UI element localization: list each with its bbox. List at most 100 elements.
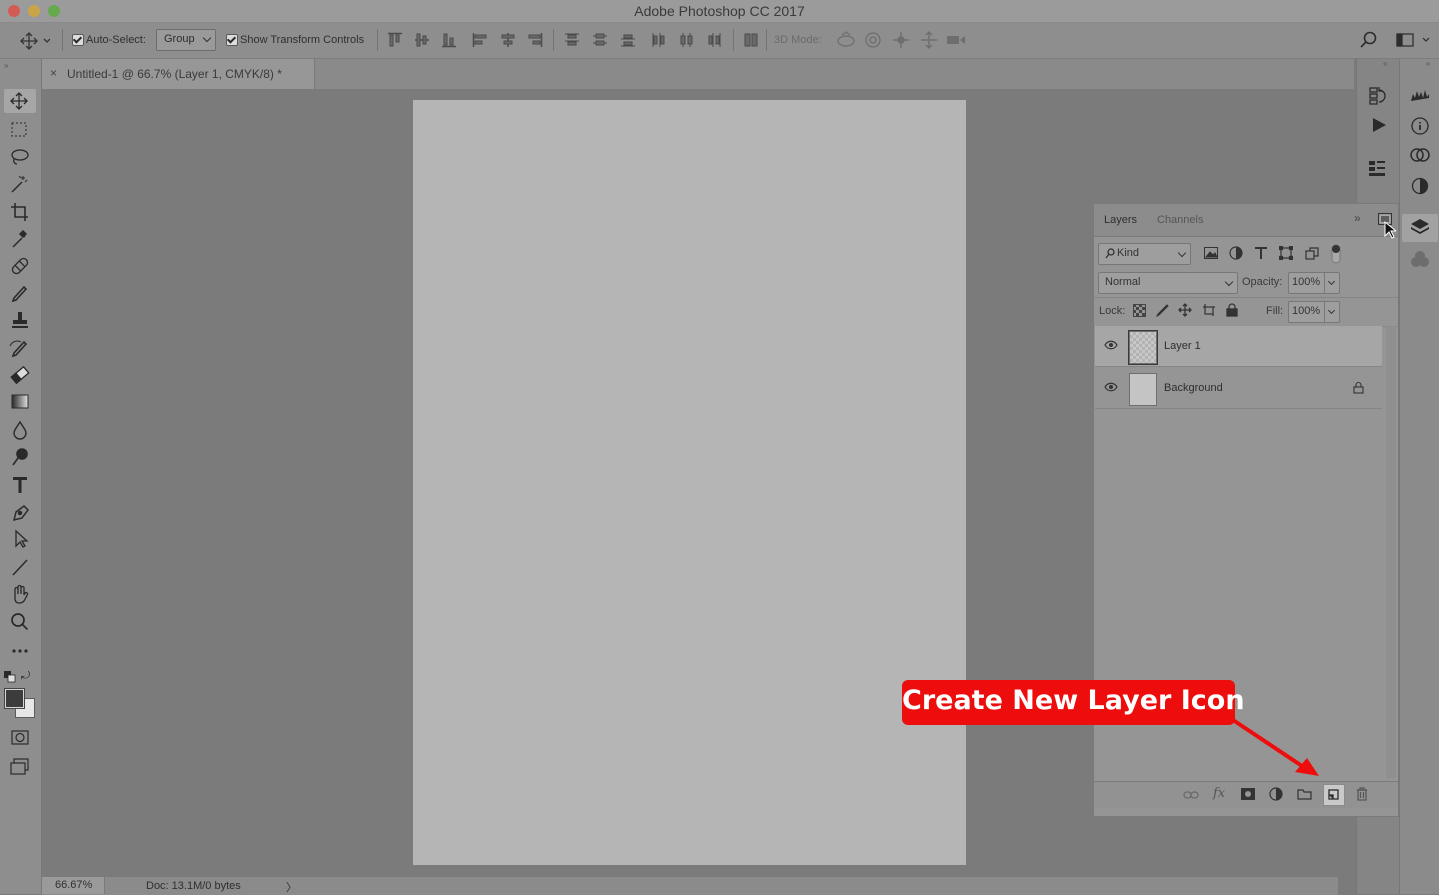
history-panel-icon[interactable] <box>1369 86 1387 106</box>
blur-tool[interactable] <box>4 418 36 442</box>
dodge-tool[interactable] <box>4 445 36 469</box>
document-canvas[interactable] <box>413 100 966 865</box>
align-left-edges-icon[interactable] <box>472 32 488 48</box>
search-icon[interactable] <box>1360 31 1378 49</box>
filter-toggle-switch[interactable] <box>1330 243 1342 265</box>
distribute-bottom-icon[interactable] <box>620 32 636 48</box>
align-right-edges-icon[interactable] <box>527 32 543 48</box>
eyedropper-tool[interactable] <box>4 227 36 251</box>
crop-tool[interactable] <box>4 200 36 224</box>
line-tool[interactable] <box>4 555 36 579</box>
magic-wand-tool[interactable] <box>4 172 36 196</box>
histogram-panel-icon[interactable] <box>1410 88 1430 102</box>
collapse-tools-icon[interactable]: » <box>4 61 8 70</box>
fill-field[interactable]: 100% <box>1288 301 1340 323</box>
lock-position-icon[interactable] <box>1178 303 1192 317</box>
clone-stamp-tool[interactable] <box>4 308 36 332</box>
auto-select-dropdown[interactable]: Group <box>156 29 216 51</box>
distribute-right-icon[interactable] <box>706 32 722 48</box>
opacity-field[interactable]: 100% <box>1288 272 1340 294</box>
auto-align-layers-icon[interactable] <box>743 32 759 48</box>
filter-adjustment-icon[interactable] <box>1229 246 1243 260</box>
align-horizontal-centers-icon[interactable] <box>500 32 516 48</box>
hand-tool[interactable] <box>4 582 36 606</box>
quick-mask-icon[interactable] <box>4 726 36 750</box>
auto-select-checkbox[interactable] <box>72 34 84 46</box>
layer-row-background[interactable]: Background <box>1095 368 1382 409</box>
collapse-panel-icon[interactable]: » <box>1354 211 1361 225</box>
distribute-top-icon[interactable] <box>564 32 580 48</box>
distribute-vertical-centers-icon[interactable] <box>592 32 608 48</box>
new-group-folder-icon[interactable] <box>1297 788 1312 800</box>
lock-all-icon[interactable] <box>1226 303 1238 317</box>
zoom-tool[interactable] <box>4 610 36 634</box>
move-tool-preset-icon[interactable] <box>20 32 50 50</box>
filter-kind-dropdown[interactable]: Kind <box>1098 243 1191 265</box>
3d-roll-icon[interactable] <box>864 31 882 49</box>
lock-artboard-icon[interactable] <box>1202 303 1216 317</box>
layers-scrollbar[interactable] <box>1386 326 1396 778</box>
status-menu-arrow[interactable]: 〉 <box>286 879 297 895</box>
gradient-tool[interactable] <box>4 390 36 414</box>
align-vertical-centers-icon[interactable] <box>414 32 430 48</box>
pen-tool[interactable] <box>4 500 36 524</box>
3d-pan-icon[interactable] <box>892 31 910 49</box>
align-bottom-edges-icon[interactable] <box>441 32 457 48</box>
screen-mode-icon[interactable] <box>4 754 36 778</box>
layer-row-layer-1[interactable]: Layer 1 <box>1095 326 1382 367</box>
tab-channels[interactable]: Channels <box>1157 214 1203 226</box>
new-adjustment-layer-icon[interactable] <box>1269 787 1283 801</box>
spot-healing-brush-tool[interactable] <box>4 254 36 278</box>
distribute-left-icon[interactable] <box>651 32 667 48</box>
visibility-eye-icon[interactable] <box>1104 382 1118 392</box>
3d-mode-label: 3D Mode: <box>774 34 822 46</box>
type-tool[interactable] <box>4 473 36 497</box>
actions-panel-icon[interactable] <box>1371 117 1387 133</box>
filter-smart-object-icon[interactable] <box>1305 246 1319 260</box>
delete-layer-trash-icon[interactable] <box>1356 787 1368 801</box>
add-layer-mask-icon[interactable] <box>1241 788 1255 800</box>
more-tools-icon[interactable] <box>4 639 36 663</box>
lock-label: Lock: <box>1099 305 1126 317</box>
3d-orbit-icon[interactable] <box>836 31 856 49</box>
eraser-tool[interactable] <box>4 363 36 387</box>
path-selection-tool[interactable] <box>4 527 36 551</box>
show-transform-controls-checkbox[interactable] <box>226 34 238 46</box>
3d-scale-icon[interactable] <box>946 31 966 49</box>
filter-type-icon[interactable] <box>1254 246 1268 260</box>
layers-panel-tab-icon[interactable] <box>1402 214 1438 242</box>
blend-mode-dropdown[interactable]: Normal <box>1098 272 1238 294</box>
channels-panel-icon[interactable] <box>1410 250 1430 268</box>
foreground-color-swatch[interactable] <box>4 688 25 709</box>
properties-panel-icon[interactable] <box>1368 160 1388 178</box>
default-colors-icon[interactable] <box>4 671 16 683</box>
3d-slide-icon[interactable] <box>920 31 938 49</box>
lasso-tool[interactable] <box>4 145 36 169</box>
brush-tool[interactable] <box>4 281 36 305</box>
info-panel-icon[interactable] <box>1411 117 1429 135</box>
close-document-icon[interactable]: × <box>50 66 57 80</box>
filter-pixel-icon[interactable] <box>1204 247 1218 259</box>
collapse-panels-icon[interactable]: « <box>1426 59 1430 68</box>
tools-panel: » ⤾ <box>0 59 42 894</box>
libraries-panel-icon[interactable] <box>1410 147 1430 163</box>
filter-shape-icon[interactable] <box>1279 246 1293 260</box>
rectangular-marquee-tool[interactable] <box>4 118 36 142</box>
create-new-layer-button[interactable] <box>1323 784 1345 806</box>
tab-layers[interactable]: Layers <box>1104 214 1137 226</box>
history-brush-tool[interactable] <box>4 336 36 360</box>
lock-transparent-pixels-icon[interactable] <box>1133 304 1146 317</box>
lock-image-pixels-icon[interactable] <box>1156 303 1170 317</box>
visibility-eye-icon[interactable] <box>1104 340 1118 350</box>
adjustments-panel-icon[interactable] <box>1411 177 1429 195</box>
link-layers-icon[interactable] <box>1183 789 1199 801</box>
collapse-dock-icon[interactable]: « <box>1383 59 1387 68</box>
layer-style-fx-icon[interactable]: fx <box>1213 786 1225 801</box>
document-tab[interactable]: × Untitled-1 @ 66.7% (Layer 1, CMYK/8) * <box>42 59 315 89</box>
swap-colors-icon[interactable]: ⤾ <box>21 670 30 683</box>
distribute-horizontal-centers-icon[interactable] <box>679 32 695 48</box>
align-top-edges-icon[interactable] <box>387 32 403 48</box>
move-tool[interactable] <box>4 89 36 113</box>
annotation-callout: Create New Layer Icon <box>902 680 1245 725</box>
workspace-switcher-icon[interactable] <box>1396 33 1432 47</box>
